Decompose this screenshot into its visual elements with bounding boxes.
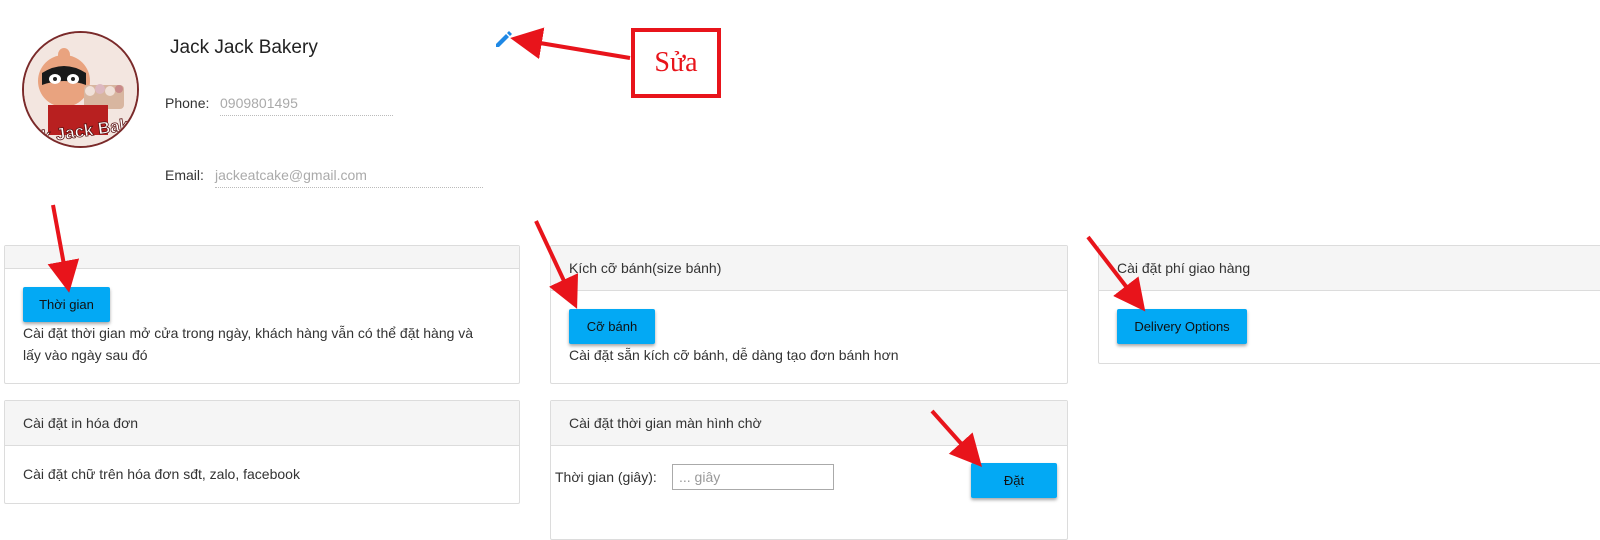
shop-name: Jack Jack Bakery xyxy=(170,37,318,58)
opening-time-description-line2: lấy vào ngày sau đó xyxy=(23,347,148,363)
avatar: Jack Jack Baker xyxy=(22,31,139,148)
delivery-fee-card-header: Cài đặt phí giao hàng xyxy=(1099,246,1600,291)
screensaver-seconds-input[interactable] xyxy=(672,464,834,490)
delivery-options-button[interactable]: Delivery Options xyxy=(1117,309,1247,344)
invoice-print-card-header: Cài đặt in hóa đơn xyxy=(5,401,519,446)
email-field[interactable]: jackeatcake@gmail.com xyxy=(215,167,483,188)
email-label: Email: xyxy=(165,167,204,183)
screensaver-set-button[interactable]: Đặt xyxy=(971,463,1057,498)
cake-size-card: Kích cỡ bánh(size bánh) Cỡ bánh Cài đặt … xyxy=(550,245,1068,384)
phone-label: Phone: xyxy=(165,95,210,111)
cake-size-description: Cài đặt sẵn kích cỡ bánh, dễ dàng tạo đơ… xyxy=(569,347,899,363)
invoice-print-card: Cài đặt in hóa đơn Cài đặt chữ trên hóa … xyxy=(4,400,520,504)
screensaver-time-label: Thời gian (giây): xyxy=(555,469,657,485)
cake-size-button[interactable]: Cỡ bánh xyxy=(569,309,655,344)
opening-time-card: Thời gian Cài đặt thời gian mở cửa trong… xyxy=(4,245,520,384)
delivery-fee-card: Cài đặt phí giao hàng Delivery Options xyxy=(1098,245,1600,364)
opening-time-description-line1: Cài đặt thời gian mở cửa trong ngày, khá… xyxy=(23,325,474,341)
bakery-logo-image: Jack Jack Baker xyxy=(24,33,137,146)
opening-time-description: Cài đặt thời gian mở cửa trong ngày, khá… xyxy=(23,322,513,366)
invoice-print-description: Cài đặt chữ trên hóa đơn sđt, zalo, face… xyxy=(23,466,300,482)
opening-time-button[interactable]: Thời gian xyxy=(23,287,110,322)
cake-size-card-header: Kích cỡ bánh(size bánh) xyxy=(551,246,1067,291)
screensaver-card-header: Cài đặt thời gian màn hình chờ xyxy=(551,401,1067,446)
edit-pencil-icon[interactable] xyxy=(493,28,515,50)
screensaver-card: Cài đặt thời gian màn hình chờ Thời gian… xyxy=(550,400,1068,540)
phone-field[interactable]: 0909801495 xyxy=(220,95,393,116)
edit-annotation-box: Sửa xyxy=(631,28,721,98)
opening-time-card-header xyxy=(5,246,519,269)
edit-annotation-text: Sửa xyxy=(654,47,698,78)
arrow-to-edit-icon xyxy=(510,27,631,60)
